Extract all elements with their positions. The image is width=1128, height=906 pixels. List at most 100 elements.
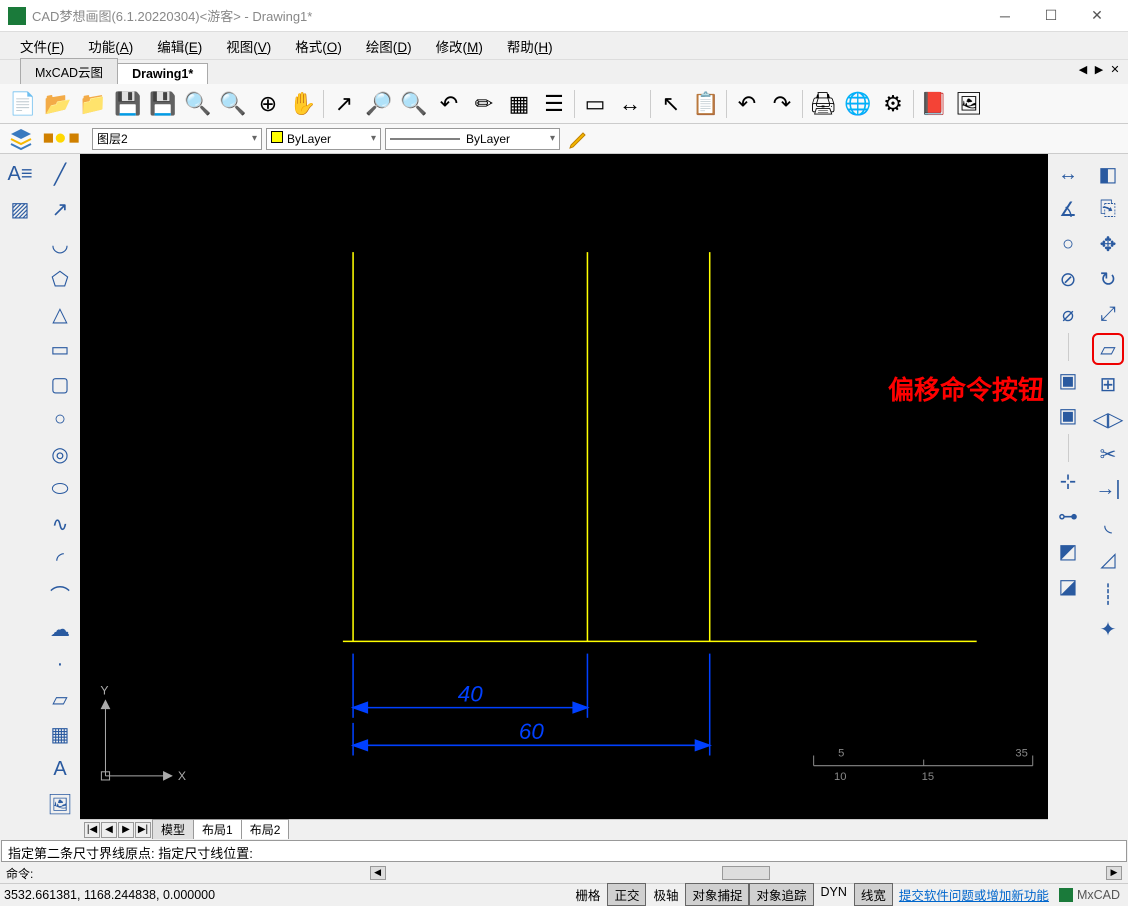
linetype-select[interactable]: ByLayer ▾ [385,128,560,150]
doctab[interactable]: MxCAD云图 [20,58,118,84]
break-line-icon[interactable]: ⊹ [1052,465,1084,497]
layout-nav-button[interactable]: |◀ [84,822,100,838]
close-button[interactable]: ✕ [1074,1,1120,31]
color-select[interactable]: ByLayer ▾ [266,128,381,150]
tab-next-icon[interactable]: ▶ [1092,63,1106,76]
status-toggle[interactable]: 线宽 [854,883,893,906]
measure-icon[interactable]: ↗ [327,87,361,121]
layout-tab[interactable]: 布局1 [193,819,242,839]
menu-v[interactable]: 视图(V) [214,32,283,60]
scroll-left-icon[interactable]: ◀ [370,866,386,880]
circle2-icon[interactable]: ○ [1052,228,1084,260]
cube-icon[interactable]: ◩ [1052,535,1084,567]
eraser-icon[interactable]: ◧ [1092,158,1124,190]
layer-state-icon[interactable] [40,126,88,152]
status-toggle[interactable]: 极轴 [646,883,685,906]
revcloud-icon[interactable]: ☁ [44,613,76,645]
break-icon[interactable]: ┊ [1092,578,1124,610]
status-toggle[interactable]: DYN [814,883,854,906]
region-icon[interactable]: ▱ [44,683,76,715]
layout-nav-button[interactable]: ▶| [135,822,151,838]
save-icon[interactable]: 💾 [111,87,145,121]
explode-icon[interactable]: ✦ [1092,613,1124,645]
zoom-all-icon[interactable]: ⊕ [251,87,285,121]
save-copy-icon[interactable]: 💾 [146,87,180,121]
dist-icon[interactable]: ↔ [1052,158,1084,190]
maximize-button[interactable]: ☐ [1028,1,1074,31]
zoom-prev-icon[interactable]: ↶ [432,87,466,121]
ellipse-arc-icon[interactable]: ⌒ [44,578,76,610]
spline-icon[interactable]: ∿ [44,508,76,540]
open-icon[interactable]: 📁 [76,87,110,121]
feedback-link[interactable]: 提交软件问题或增加新功能 [895,885,1053,904]
layout-tab[interactable]: 模型 [152,819,194,839]
open-folder-icon[interactable]: 📂 [41,87,75,121]
donut-icon[interactable]: ◎ [44,438,76,470]
zoom-icon[interactable]: 🔎 [362,87,396,121]
fillet-icon[interactable]: ◟ [1092,508,1124,540]
pan-icon[interactable]: ✋ [286,87,320,121]
undo-icon[interactable]: ↶ [730,87,764,121]
polygon-icon[interactable]: ⬠ [44,263,76,295]
point-icon[interactable]: · [44,648,76,680]
drawing-canvas[interactable]: 40 60 X Y [80,154,1048,819]
menu-a[interactable]: 功能(A) [76,32,145,60]
hatch2-icon[interactable]: ▦ [44,718,76,750]
menu-e[interactable]: 编辑(E) [145,32,214,60]
dim-dia-icon[interactable]: ⌀ [1052,298,1084,330]
arc-icon[interactable]: ◡ [44,228,76,260]
layout-nav-button[interactable]: ▶ [118,822,134,838]
trim-icon[interactable]: ✂ [1092,438,1124,470]
offset-icon[interactable]: ▱ [1092,333,1124,365]
minimize-button[interactable]: ─ [982,1,1028,31]
cube2-icon[interactable]: ◪ [1052,570,1084,602]
join-icon[interactable]: ⊶ [1052,500,1084,532]
pdf-icon[interactable]: 📕 [917,87,951,121]
copy-icon[interactable]: ▣ [1052,399,1084,431]
ellipse-icon[interactable]: ⬭ [44,473,76,505]
dim-rad-icon[interactable]: ⊘ [1052,263,1084,295]
status-toggle[interactable]: 栅格 [568,883,607,906]
dim-linear-icon[interactable]: A≡ [4,158,36,190]
layer-manager-icon[interactable] [6,126,36,152]
hatch-icon[interactable]: ▨ [4,193,36,225]
tab-close-icon[interactable]: ✕ [1108,63,1122,76]
dim-icon[interactable]: ↔ [613,87,647,121]
scroll-right-icon[interactable]: ▶ [1106,866,1122,880]
text-icon[interactable]: A [44,753,76,785]
draw-pencil-icon[interactable] [564,126,594,152]
move-copy-icon[interactable]: ▣ [1052,364,1084,396]
props-icon[interactable]: 📋 [689,87,723,121]
image2-icon[interactable]: 🖼 [44,788,76,820]
pencil-icon[interactable]: ✏ [467,87,501,121]
status-toggle[interactable]: 对象追踪 [749,883,813,906]
status-toggle[interactable]: 对象捕捉 [685,883,749,906]
web-icon[interactable]: 🌐 [841,87,875,121]
doctab[interactable]: Drawing1* [117,63,208,84]
status-toggle[interactable]: 正交 [607,883,646,906]
zoom-extents-icon[interactable]: 🔍 [181,87,215,121]
menu-m[interactable]: 修改(M) [424,32,495,60]
rounded-rect-icon[interactable]: ▢ [44,368,76,400]
command-prompt-label[interactable]: 命令: [6,865,33,882]
scroll-track[interactable] [722,866,770,880]
triangle-icon[interactable]: △ [44,298,76,330]
layer-icon[interactable]: ☰ [537,87,571,121]
table-icon[interactable]: ▦ [502,87,536,121]
line-icon[interactable]: ╱ [44,158,76,190]
tab-prev-icon[interactable]: ◀ [1076,63,1090,76]
print-icon[interactable]: 🖨 [806,87,840,121]
circle-icon[interactable]: ○ [44,403,76,435]
dim-ang-icon[interactable]: ∡ [1052,193,1084,225]
menu-h[interactable]: 帮助(H) [495,32,565,60]
rotate-icon[interactable]: ↻ [1092,263,1124,295]
extend-icon[interactable]: →| [1092,473,1124,505]
scale-icon[interactable]: ⤢ [1092,298,1124,330]
zoom-realtime-icon[interactable]: 🔍 [397,87,431,121]
menu-d[interactable]: 绘图(D) [354,32,424,60]
polyline-icon[interactable]: ↗ [44,193,76,225]
layout-tab[interactable]: 布局2 [241,819,290,839]
copy2-icon[interactable]: ⎘ [1092,193,1124,225]
layer-select[interactable]: 图层2 ▾ [92,128,262,150]
mirror-icon[interactable]: ◁▷ [1092,403,1124,435]
